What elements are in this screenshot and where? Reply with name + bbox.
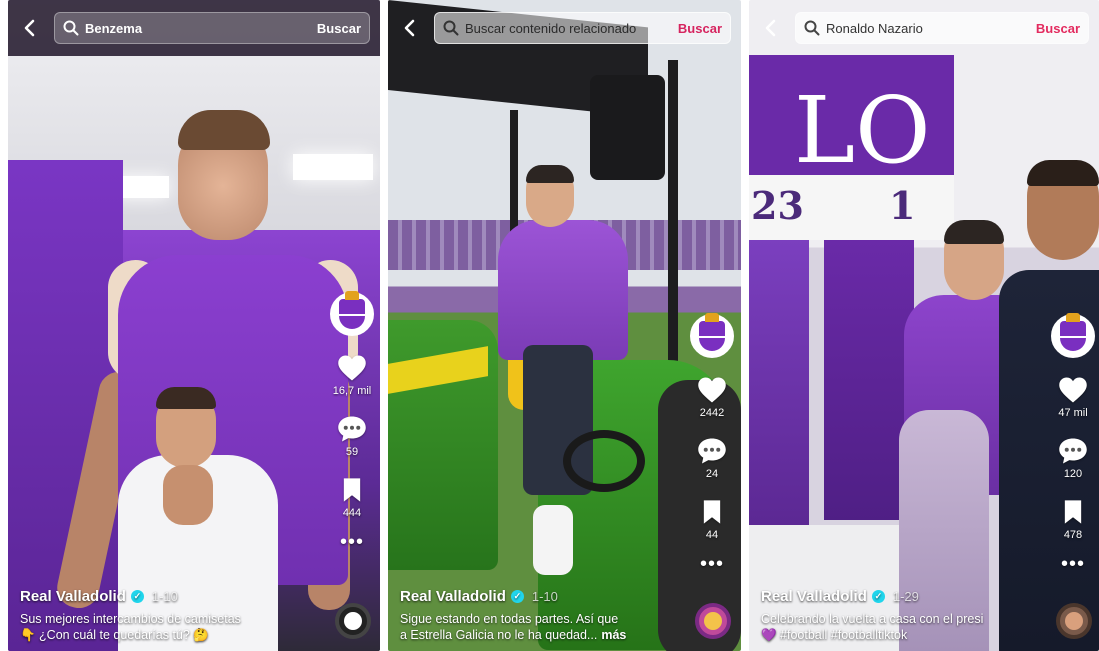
comment-icon [338, 416, 366, 442]
search-icon [63, 20, 79, 36]
save-count: 44 [705, 529, 719, 541]
heart-icon [338, 355, 366, 381]
author-name[interactable]: Real Valladolid ✓ 1-10 [400, 588, 626, 605]
save-count: 478 [1063, 529, 1083, 541]
save-button[interactable]: 44 [697, 498, 727, 541]
like-count: 47 mil [1058, 407, 1088, 419]
heart-icon [698, 377, 726, 403]
search-field[interactable]: Buscar contenido relacionado Buscar [434, 12, 731, 44]
top-bar: Benzema Buscar [8, 0, 380, 56]
search-field[interactable]: Benzema Buscar [54, 12, 370, 44]
top-bar: Ronaldo Nazario Buscar [749, 0, 1099, 56]
back-icon[interactable] [759, 16, 783, 40]
search-query[interactable]: Benzema [85, 21, 309, 36]
verified-icon: ✓ [130, 590, 144, 603]
video-caption: Real Valladolid ✓ 1-10 Sigue estando en … [400, 588, 626, 643]
bookmark-icon [703, 500, 721, 524]
comment-count: 59 [345, 446, 359, 458]
like-button[interactable]: 2442 [697, 376, 727, 419]
search-query[interactable]: Ronaldo Nazario [826, 21, 1028, 36]
verified-icon: ✓ [510, 590, 524, 603]
club-crest-icon [1060, 313, 1086, 351]
comment-count: 24 [705, 468, 719, 480]
author-name[interactable]: Real Valladolid ✓ 1-29 [761, 588, 983, 605]
like-button[interactable]: 47 mil [1058, 376, 1088, 419]
video-caption: Real Valladolid ✓ 1-29 Celebrando la vue… [761, 588, 983, 643]
comment-button[interactable]: 120 [1058, 437, 1088, 480]
more-options-icon[interactable]: ••• [340, 532, 364, 552]
comment-count: 120 [1063, 468, 1083, 480]
back-icon[interactable] [18, 16, 42, 40]
heart-icon [1059, 377, 1087, 403]
search-query[interactable]: Buscar contenido relacionado [465, 21, 670, 36]
music-disc-icon[interactable] [1056, 603, 1092, 639]
locker-banner: LO [749, 55, 954, 177]
save-button[interactable]: 444 [337, 476, 367, 519]
back-icon[interactable] [398, 16, 422, 40]
comment-button[interactable]: 24 [697, 437, 727, 480]
search-icon [443, 20, 459, 36]
more-link[interactable]: más [601, 628, 626, 642]
verified-icon: ✓ [871, 590, 885, 603]
search-button[interactable]: Buscar [670, 21, 722, 36]
action-rail: 47 mil 120 478 ••• [1045, 313, 1099, 574]
comment-icon [1059, 438, 1087, 464]
video-caption: Real Valladolid ✓ 1-10 Sus mejores inter… [20, 588, 241, 643]
like-count: 2442 [699, 407, 725, 419]
action-rail: 16,7 mil 59 444 ••• [324, 291, 380, 552]
comment-button[interactable]: 59 [337, 415, 367, 458]
search-icon [804, 20, 820, 36]
search-button[interactable]: Buscar [1028, 21, 1080, 36]
creator-avatar[interactable] [330, 291, 374, 336]
save-count: 444 [342, 507, 362, 519]
like-count: 16,7 mil [332, 385, 372, 397]
music-disc-icon[interactable] [335, 603, 371, 639]
club-crest-icon [699, 313, 725, 351]
author-name[interactable]: Real Valladolid ✓ 1-10 [20, 588, 241, 605]
video-panel-2[interactable]: Buscar contenido relacionado Buscar 2442… [388, 0, 741, 651]
description: Sus mejores intercambios de camisetas 👇 … [20, 612, 241, 642]
more-options-icon[interactable]: ••• [1061, 554, 1085, 574]
more-options-icon[interactable]: ••• [700, 554, 724, 574]
bookmark-icon [1064, 500, 1082, 524]
creator-avatar[interactable] [690, 313, 734, 358]
action-rail: 2442 24 44 ••• [684, 313, 740, 574]
post-date: 1-10 [151, 589, 178, 604]
description: Celebrando la vuelta a casa con el presi… [761, 612, 984, 642]
search-button[interactable]: Buscar [309, 21, 361, 36]
save-button[interactable]: 478 [1058, 498, 1088, 541]
post-date: 1-10 [531, 589, 558, 604]
description: Sigue estando en todas partes. Así que a… [400, 612, 627, 642]
video-panel-1[interactable]: Benzema Buscar 16,7 mil 59 444 ••• Real … [8, 0, 380, 651]
top-bar: Buscar contenido relacionado Buscar [388, 0, 741, 56]
club-crest-icon [339, 291, 365, 329]
post-date: 1-29 [892, 589, 919, 604]
bookmark-icon [343, 478, 361, 502]
comment-icon [698, 438, 726, 464]
search-field[interactable]: Ronaldo Nazario Buscar [795, 12, 1089, 44]
like-button[interactable]: 16,7 mil [332, 354, 372, 397]
video-panel-3[interactable]: LO 23 1 Ronaldo Nazario Buscar 47 mil 12… [749, 0, 1099, 651]
music-disc-icon[interactable] [695, 603, 731, 639]
creator-avatar[interactable] [1051, 313, 1095, 358]
